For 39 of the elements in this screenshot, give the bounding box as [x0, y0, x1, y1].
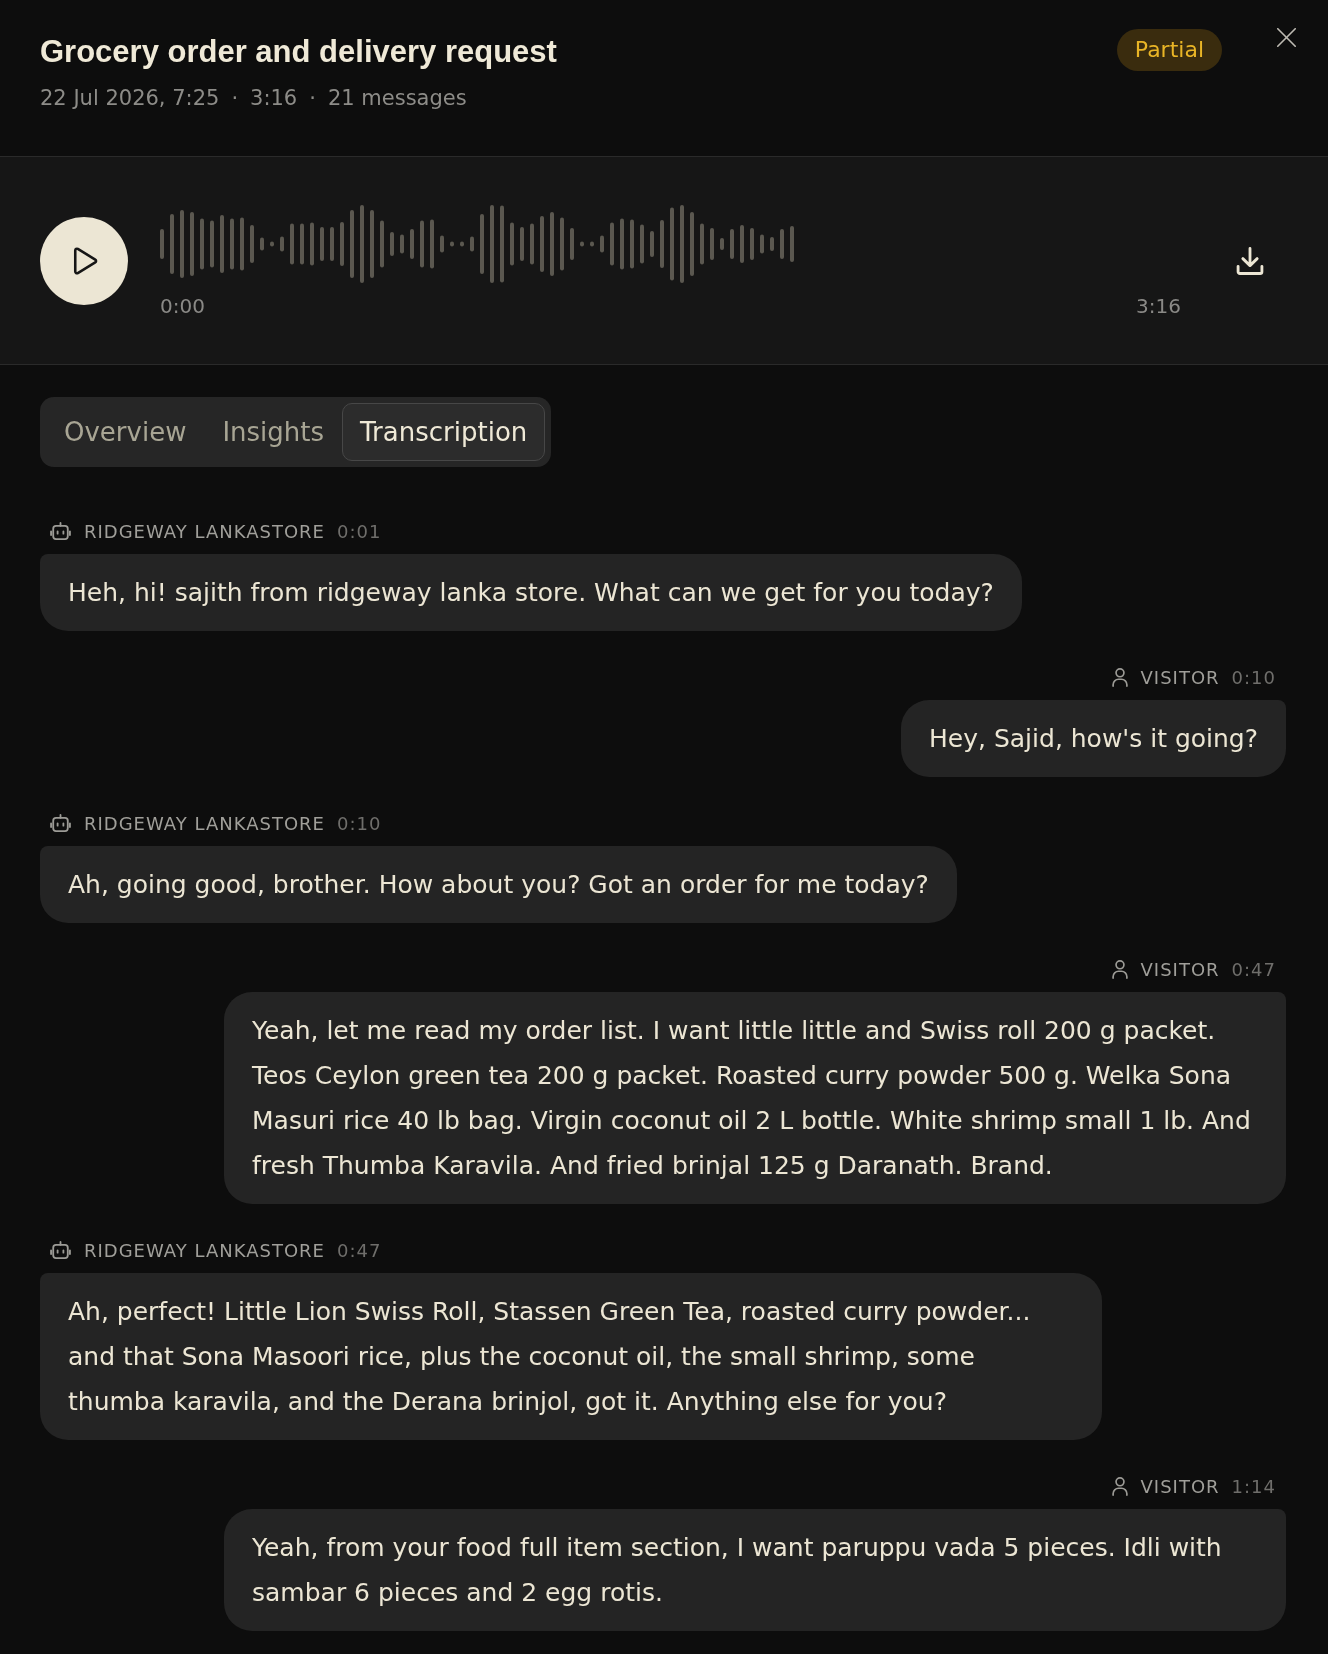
close-icon[interactable] — [1277, 28, 1296, 47]
meta-text: 22 Jul 2026, 7:25 — [40, 85, 220, 112]
robot-icon — [50, 814, 71, 832]
speaker-name: RIDGEWAY LANKASTORE — [84, 812, 325, 834]
message-timestamp: 0:10 — [1231, 666, 1276, 688]
tab[interactable]: Overview — [46, 403, 205, 461]
meta-text: 3:16 — [250, 85, 298, 112]
status-badge: Partial — [1116, 29, 1222, 71]
elapsed-time: 0:00 — [160, 293, 205, 318]
message-bubble: Heh, hi! sajith from ridgeway lanka store. What can we get for you today? — [40, 554, 1022, 631]
total-duration: 3:16 — [1136, 293, 1181, 318]
message-bubble: Hey, Sajid, how's it going? — [901, 700, 1286, 777]
message-timestamp: 0:47 — [336, 1239, 382, 1261]
speaker-name: RIDGEWAY LANKASTORE — [84, 520, 325, 542]
meta-separator: · — [231, 85, 239, 112]
message-timestamp: 0:01 — [336, 520, 382, 542]
message-bubble: Yeah, from your food full item section, I want paruppu vada 5 pieces. Idli with sambar 6 pieces and 2 egg rotis. — [224, 1509, 1286, 1631]
message-timestamp: 0:47 — [1231, 958, 1276, 980]
meta-text: 21 messages — [327, 85, 467, 112]
message-timestamp: 0:10 — [336, 812, 382, 834]
message-bubble: Ah, going good, brother. How about you? Got an order for me today? — [40, 846, 957, 923]
person-icon — [1111, 667, 1128, 687]
message-timestamp: 1:14 — [1231, 1475, 1276, 1497]
tab[interactable]: Insights — [204, 403, 343, 461]
meta-separator: · — [309, 85, 316, 112]
robot-icon — [50, 522, 71, 540]
speaker-name: VISITOR — [1140, 1475, 1220, 1497]
person-icon — [1111, 1476, 1128, 1496]
play-icon — [73, 246, 98, 275]
person-icon — [1111, 959, 1128, 979]
dialog-title: Grocery order and delivery request — [40, 33, 558, 71]
tab[interactable]: Transcription — [342, 403, 546, 461]
speaker-name: RIDGEWAY LANKASTORE — [84, 1239, 325, 1261]
speaker-name: VISITOR — [1140, 958, 1220, 980]
message-bubble: Yeah, let me read my order list. I want little little and Swiss roll 200 g packet. Teos Ceylon green tea 200 g packet. Roasted curry powder 500 g. Welka Sona Masuri rice 40 lb bag. Virgin coconut oil 2 L bottle. White shrimp small 1 lb. And fresh Thumba Karavila. And fried brinjal 125 g Daranath. Brand. — [224, 992, 1286, 1204]
speaker-name: VISITOR — [1140, 666, 1220, 688]
download-icon[interactable] — [1236, 246, 1264, 275]
message-bubble: Ah, perfect! Little Lion Swiss Roll, Stassen Green Tea, roasted curry powder... and that Sona Masoori rice, plus the coconut oil, the small shrimp, some thumba karavila, and the Derana brinjol, got it. Anything else for you? — [40, 1273, 1102, 1440]
robot-icon — [50, 1241, 71, 1259]
